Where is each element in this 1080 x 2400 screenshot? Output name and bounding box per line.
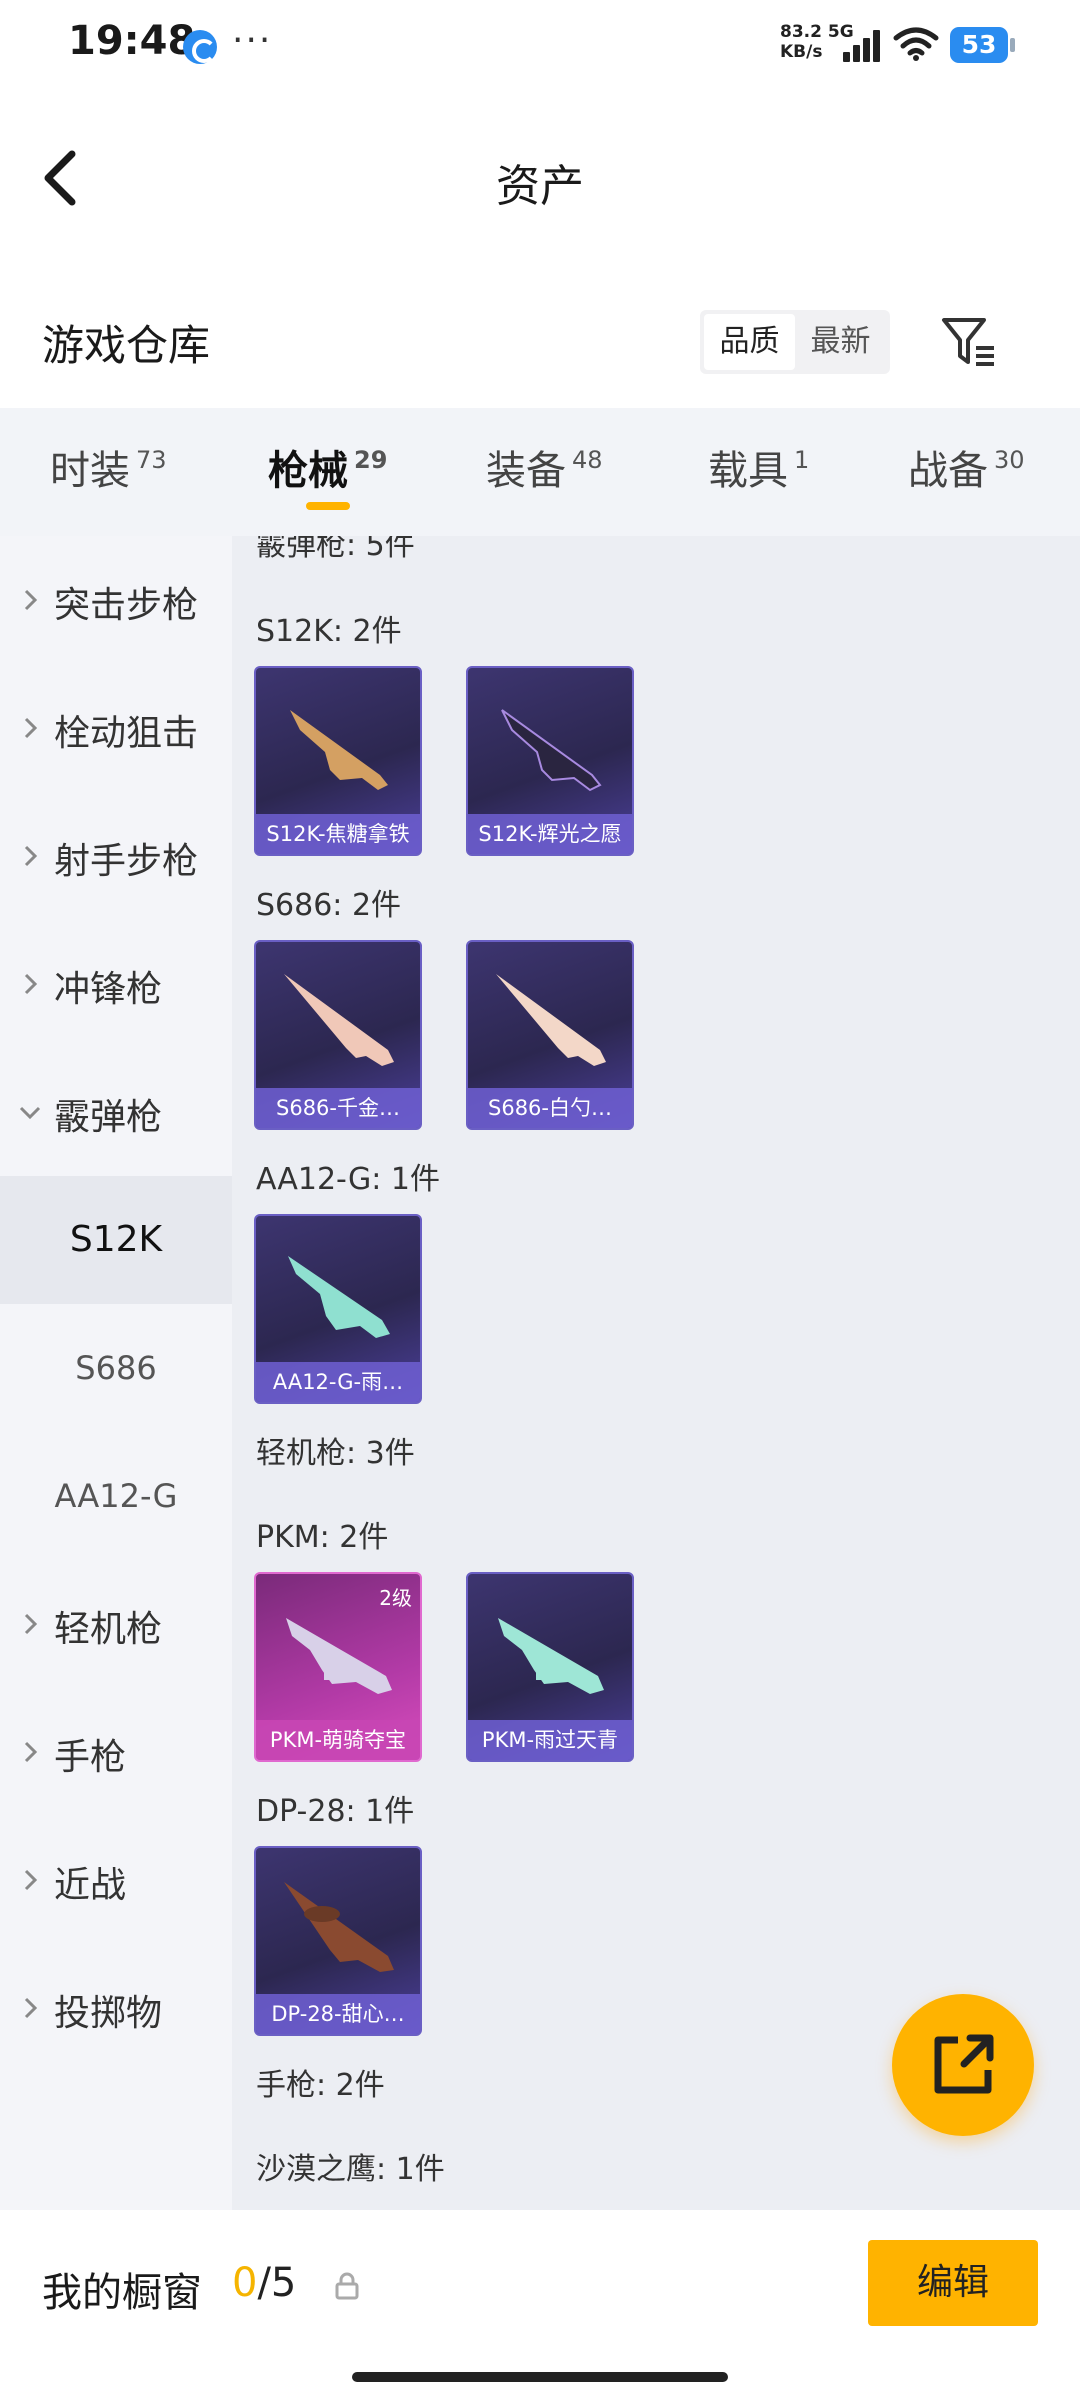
net-speed-value: 83.2 xyxy=(780,22,822,42)
showcase-count: 0/5 xyxy=(232,2260,297,2306)
category-tabs: 时装 73 枪械 29 装备 48 载具 1 战备 30 xyxy=(0,408,1080,536)
sidebar-item-throwable[interactable]: 投掷物 xyxy=(0,1944,232,2072)
chevron-right-icon xyxy=(24,717,38,739)
tab-firearms[interactable]: 枪械 29 xyxy=(268,438,387,496)
group-header-pkm: PKM: 2件 xyxy=(256,1520,389,1555)
signal-icon xyxy=(843,30,883,62)
weapon-card-dp28[interactable]: DP-28-甜心… xyxy=(254,1846,422,2036)
more-notifications-icon: ··· xyxy=(232,20,273,61)
tab-supplies[interactable]: 战备 30 xyxy=(908,438,1025,496)
status-time: 19:48 xyxy=(68,18,196,64)
chevron-right-icon xyxy=(24,1869,38,1891)
lock-icon xyxy=(335,2272,359,2300)
edit-button[interactable]: 编辑 xyxy=(868,2240,1038,2326)
weapon-card-s686-1[interactable]: S686-千金… xyxy=(254,940,422,1130)
weapon-card-pkm-yuguo[interactable]: PKM-雨过天青 xyxy=(466,1572,634,1762)
battery-icon: 53 xyxy=(950,27,1015,63)
chevron-right-icon xyxy=(24,845,38,867)
sidebar-item-assault-rifle[interactable]: 突击步枪 xyxy=(0,536,232,664)
group-header-aa12g: AA12-G: 1件 xyxy=(256,1162,440,1197)
share-icon xyxy=(934,2034,994,2094)
tab-active-indicator xyxy=(306,502,350,510)
group-header-desert-eagle: 沙漠之鹰: 1件 xyxy=(256,2152,445,2187)
sort-toggle: 品质 最新 xyxy=(700,310,890,374)
shotgun-icon xyxy=(501,709,602,792)
sidebar-item-shotgun[interactable]: 霰弹枪 xyxy=(0,1048,232,1176)
weapon-card-aa12g[interactable]: AA12-G-雨… xyxy=(254,1214,422,1404)
chevron-right-icon xyxy=(24,1613,38,1635)
weapon-category-sidebar: 突击步枪 栓动狙击 射手步枪 冲锋枪 霰弹枪 S12K S686 AA12-G … xyxy=(0,536,232,2210)
shotgun-icon xyxy=(288,1256,390,1338)
weapon-card-s12k-caramel[interactable]: S12K-焦糖拿铁 xyxy=(254,666,422,856)
home-indicator[interactable] xyxy=(352,2372,728,2382)
group-header-lmg: 轻机枪: 3件 xyxy=(256,1436,415,1471)
group-header-dp28: DP-28: 1件 xyxy=(256,1794,415,1829)
app-notification-icon xyxy=(183,30,217,64)
chevron-right-icon xyxy=(24,589,38,611)
group-header-s686: S686: 2件 xyxy=(256,888,402,923)
group-header-shotgun: 霰弹枪: 5件 xyxy=(256,536,415,563)
weapon-card-s686-2[interactable]: S686-白勺… xyxy=(466,940,634,1130)
tab-fashion[interactable]: 时装 73 xyxy=(50,438,167,496)
sidebar-subitem-s12k[interactable]: S12K xyxy=(0,1176,232,1304)
lmg-icon xyxy=(498,1618,604,1694)
sidebar-item-marksman-rifle[interactable]: 射手步枪 xyxy=(0,792,232,920)
sidebar-item-pistol[interactable]: 手枪 xyxy=(0,1688,232,1816)
share-button[interactable] xyxy=(892,1994,1034,2136)
filter-icon[interactable] xyxy=(938,312,998,372)
shotgun-icon xyxy=(290,710,388,790)
status-bar: 19:48 ··· 83.2 5G KB/s 53 xyxy=(0,0,1080,90)
shotgun-icon xyxy=(496,974,606,1066)
group-header-s12k: S12K: 2件 xyxy=(256,614,402,649)
sidebar-item-bolt-sniper[interactable]: 栓动狙击 xyxy=(0,664,232,792)
showcase-label: 我的橱窗 xyxy=(42,2270,202,2316)
tab-vehicles[interactable]: 载具 1 xyxy=(708,438,809,496)
group-header-pistol: 手枪: 2件 xyxy=(256,2068,385,2103)
chevron-right-icon xyxy=(24,973,38,995)
weapon-card-s12k-glow[interactable]: S12K-辉光之愿 xyxy=(466,666,634,856)
sort-option-quality[interactable]: 品质 xyxy=(704,314,795,370)
chevron-right-icon xyxy=(24,1997,38,2019)
lmg-icon xyxy=(284,1882,394,1972)
sidebar-item-smg[interactable]: 冲锋枪 xyxy=(0,920,232,1048)
weapon-card-pkm-mengqi[interactable]: 2级 PKM-萌骑夺宝 xyxy=(254,1572,422,1762)
sidebar-subitem-aa12g[interactable]: AA12-G xyxy=(0,1432,232,1560)
shotgun-icon xyxy=(284,974,394,1066)
sort-option-newest[interactable]: 最新 xyxy=(795,314,886,370)
chevron-right-icon xyxy=(24,1741,38,1763)
warehouse-title: 游戏仓库 xyxy=(42,321,211,370)
wifi-icon xyxy=(893,27,939,61)
page-title: 资产 xyxy=(496,161,584,212)
lmg-icon xyxy=(286,1618,392,1694)
chevron-down-icon xyxy=(19,1106,41,1120)
page-header: 资产 xyxy=(0,120,1080,240)
sidebar-item-melee[interactable]: 近战 xyxy=(0,1816,232,1944)
level-badge: 2级 xyxy=(379,1586,412,1610)
sidebar-item-lmg[interactable]: 轻机枪 xyxy=(0,1560,232,1688)
net-speed-unit: KB/s xyxy=(780,42,823,62)
sidebar-subitem-s686[interactable]: S686 xyxy=(0,1304,232,1432)
weapon-list[interactable]: 霰弹枪: 5件 S12K: 2件 S12K-焦糖拿铁 S12K-辉光之愿 S68… xyxy=(232,536,1080,2210)
tab-equipment[interactable]: 装备 48 xyxy=(486,438,603,496)
